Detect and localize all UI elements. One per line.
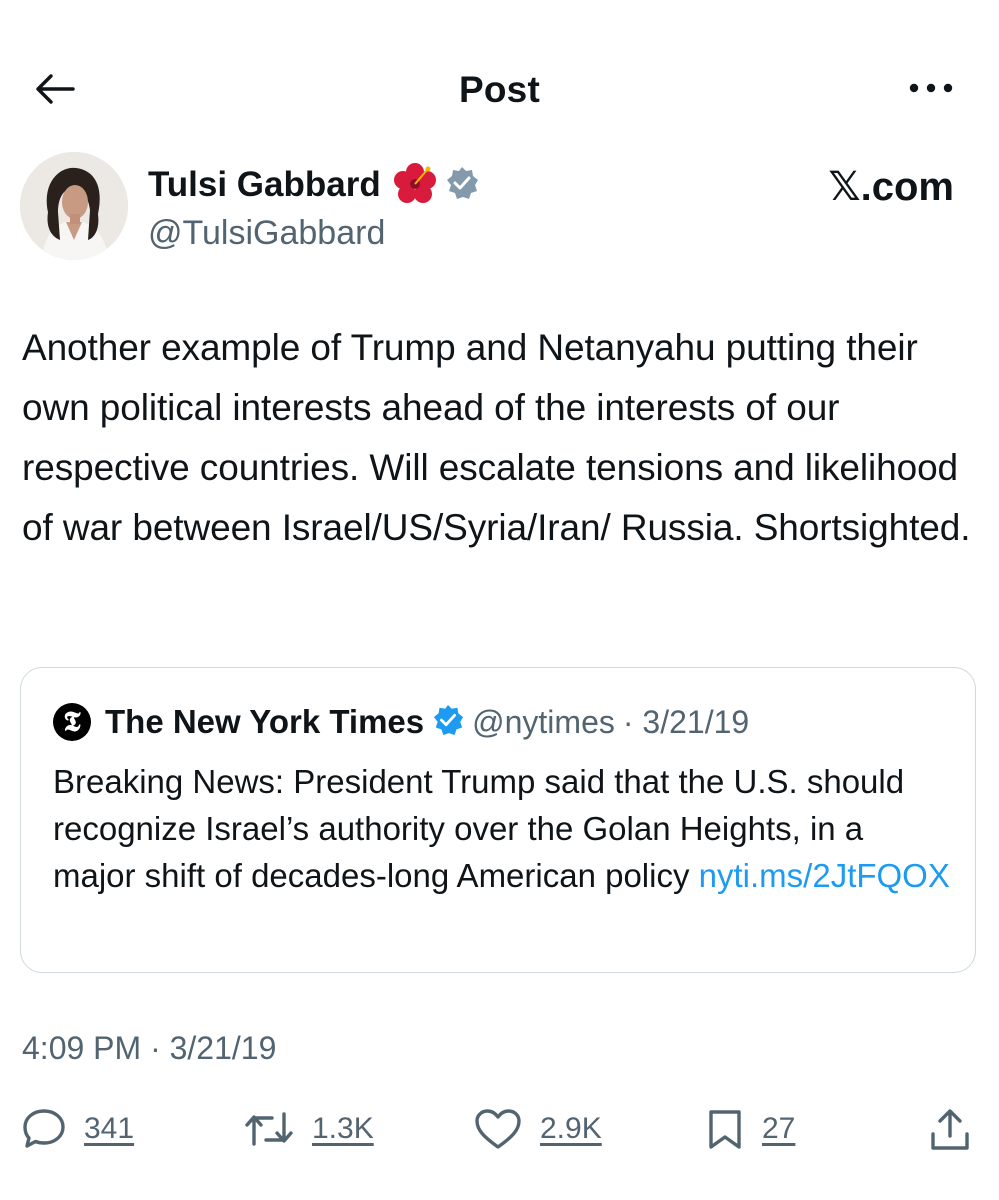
reply-count[interactable]: 341: [84, 1112, 134, 1146]
quoted-author-handle: @nytimes: [472, 703, 615, 740]
verified-badge-icon: [445, 166, 479, 205]
post-author: Tulsi Gabbard @TulsiGabbard 𝕏.com: [20, 152, 980, 262]
action-bar: 341 1.3K 2.9K 27: [0, 1100, 999, 1160]
heart-icon: [475, 1109, 521, 1149]
post-text: Another example of Trump and Netanyahu p…: [22, 327, 971, 548]
quoted-post-date: · 3/21/19: [622, 703, 750, 740]
quoted-post-header: 𝕿 The New York Times @nytimes · 3/21/19: [53, 702, 749, 742]
bookmark-icon: [709, 1110, 741, 1149]
quoted-post-text: Breaking News: President Trump said that…: [53, 758, 953, 899]
author-name-row: Tulsi Gabbard: [148, 162, 479, 209]
quoted-author-name: The New York Times: [105, 703, 425, 740]
quoted-post-link[interactable]: nyti.ms/2JtFQOX: [699, 857, 950, 894]
ellipsis-icon: [909, 83, 953, 93]
bookmark-button[interactable]: 27: [706, 1108, 795, 1150]
bookmark-count[interactable]: 27: [762, 1112, 795, 1146]
nyt-logo-icon: 𝕿: [53, 703, 91, 741]
like-button[interactable]: 2.9K: [474, 1108, 602, 1150]
repost-count[interactable]: 1.3K: [312, 1112, 374, 1146]
avatar[interactable]: [20, 152, 128, 260]
quoted-post[interactable]: 𝕿 The New York Times @nytimes · 3/21/19 …: [20, 667, 976, 973]
more-options-button[interactable]: [901, 73, 961, 103]
site-label: 𝕏.com: [828, 165, 954, 209]
profile-photo: [20, 152, 128, 260]
repost-button[interactable]: 1.3K: [244, 1108, 374, 1150]
page-title: Post: [459, 69, 540, 110]
reply-icon: [23, 1109, 65, 1148]
verified-badge-icon: [432, 704, 464, 741]
share-icon: [931, 1109, 969, 1150]
like-count[interactable]: 2.9K: [540, 1112, 602, 1146]
post-timestamp: 4:09 PM · 3/21/19: [22, 1030, 277, 1066]
hibiscus-icon: [391, 162, 439, 209]
reply-button[interactable]: 341: [22, 1108, 134, 1150]
share-button[interactable]: [928, 1108, 972, 1152]
repost-icon: [245, 1112, 293, 1146]
author-name[interactable]: Tulsi Gabbard: [148, 165, 381, 205]
author-handle[interactable]: @TulsiGabbard: [148, 214, 385, 253]
top-nav-bar: Post: [0, 55, 999, 125]
